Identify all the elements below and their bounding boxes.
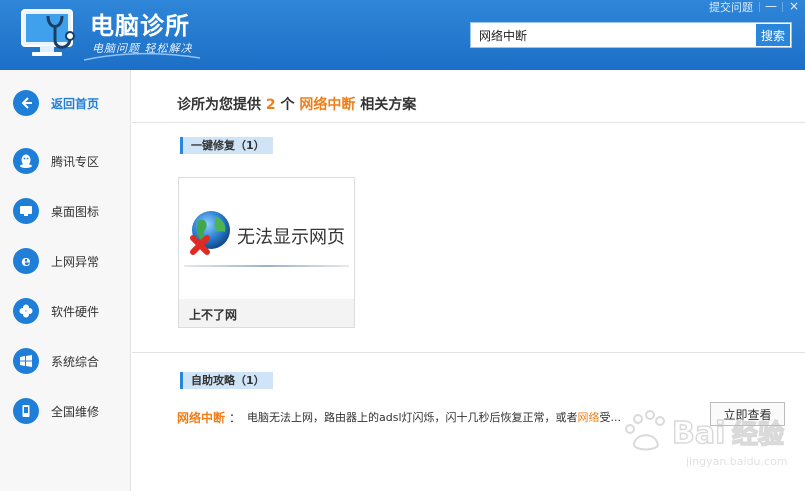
sidebar: 返回首页 腾讯专区 桌面图标 e 上网异常 软件硬件 系统综合 全国维修 bbox=[0, 70, 131, 491]
guide-keyword[interactable]: 网络中断 bbox=[177, 409, 225, 426]
sidebar-item-label: 返回首页 bbox=[51, 96, 100, 111]
search-input[interactable] bbox=[471, 23, 755, 47]
search-button[interactable]: 搜索 bbox=[756, 24, 790, 46]
sidebar-item-tencent[interactable]: 腾讯专区 bbox=[0, 141, 130, 181]
sidebar-item-label: 腾讯专区 bbox=[51, 154, 100, 169]
sidebar-item-label: 上网异常 bbox=[51, 254, 100, 269]
result-unit: 个 bbox=[280, 97, 295, 113]
result-title-prefix: 诊所为您提供 bbox=[177, 97, 261, 113]
back-arrow-icon bbox=[13, 90, 39, 116]
guide-text-before: 电脑无法上网，路由器上的adsl灯闪烁，闪十几秒后恢复正常，或者 bbox=[247, 411, 578, 424]
sidebar-item-repair[interactable]: 全国维修 bbox=[0, 391, 130, 431]
card-image-text: 无法显示网页 bbox=[237, 227, 345, 248]
guide-snippet: 电脑无法上网，路由器上的adsl灯闪烁，闪十几秒后恢复正常，或者网络受... bbox=[247, 409, 621, 425]
app-title: 电脑诊所 bbox=[90, 12, 190, 40]
card-footer: 上不了网 bbox=[179, 299, 354, 327]
phone-icon bbox=[13, 398, 39, 424]
sidebar-item-desktop-icons[interactable]: 桌面图标 bbox=[0, 191, 130, 231]
sidebar-item-label: 桌面图标 bbox=[51, 204, 100, 219]
app-window: 电脑诊所 电脑问题 轻松解决 提交问题 — × 搜索 返回首页 bbox=[0, 0, 805, 491]
svg-text:Bai: Bai bbox=[672, 416, 725, 451]
monitor-icon bbox=[13, 198, 39, 224]
guide-text-highlight: 网络 bbox=[577, 411, 600, 424]
minimize-button[interactable]: — bbox=[760, 0, 782, 14]
app-logo bbox=[18, 6, 80, 62]
close-button[interactable]: × bbox=[783, 0, 805, 14]
card-caption: 上不了网 bbox=[189, 308, 238, 322]
section-one-click-fix: 一键修复（1） bbox=[180, 137, 273, 154]
submit-question-link[interactable]: 提交问题 bbox=[703, 0, 759, 15]
sidebar-item-label: 软件硬件 bbox=[51, 304, 100, 319]
slogan-swoosh-icon bbox=[83, 52, 201, 61]
divider bbox=[132, 352, 805, 353]
penguin-icon bbox=[13, 148, 39, 174]
search-box: 搜索 bbox=[470, 22, 792, 48]
result-count: 2 bbox=[265, 97, 276, 113]
globe-error-icon bbox=[190, 211, 230, 255]
sidebar-item-home[interactable]: 返回首页 bbox=[0, 83, 130, 123]
sidebar-item-system[interactable]: 系统综合 bbox=[0, 341, 130, 381]
sidebar-item-network[interactable]: e 上网异常 bbox=[0, 241, 130, 281]
result-title-suffix: 相关方案 bbox=[360, 97, 417, 113]
guide-text-after: 受... bbox=[599, 411, 622, 424]
sidebar-item-label: 系统综合 bbox=[51, 354, 100, 369]
baidu-logo-icon: Bai 经验 bbox=[625, 410, 785, 452]
baidu-watermark: Bai 经验 jingyan.baidu.com bbox=[620, 405, 795, 477]
card-image: 无法显示网页 bbox=[179, 178, 354, 299]
guide-separator: ： bbox=[229, 410, 242, 425]
section-self-help: 自助攻略（1） bbox=[180, 372, 273, 389]
result-keyword: 网络中断 bbox=[299, 97, 356, 113]
svg-text:经验: 经验 bbox=[732, 419, 784, 450]
sidebar-item-label: 全国维修 bbox=[51, 404, 100, 419]
watermark-url: jingyan.baidu.com bbox=[686, 455, 788, 468]
header-bar: 电脑诊所 电脑问题 轻松解决 提交问题 — × 搜索 bbox=[0, 0, 805, 70]
ie-icon: e bbox=[13, 248, 39, 274]
window-controls: 提交问题 — × bbox=[703, 0, 805, 14]
fix-card[interactable]: 无法显示网页 上不了网 bbox=[178, 177, 355, 328]
card-image-line bbox=[184, 265, 349, 267]
divider bbox=[132, 122, 805, 123]
sidebar-item-software-hardware[interactable]: 软件硬件 bbox=[0, 291, 130, 331]
windows-icon bbox=[13, 348, 39, 374]
result-title: 诊所为您提供 2 个 网络中断 相关方案 bbox=[177, 94, 416, 114]
clover-icon bbox=[13, 298, 39, 324]
